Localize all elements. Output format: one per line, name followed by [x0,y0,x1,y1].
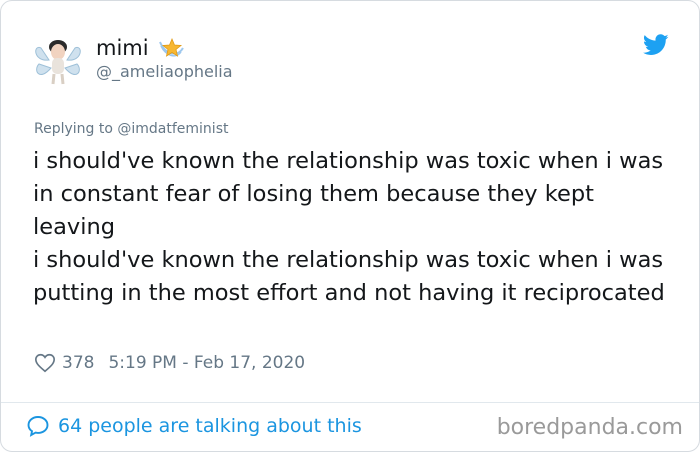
user-handle[interactable]: @_ameliaophelia [96,62,233,81]
avatar[interactable] [31,34,85,88]
like-count[interactable]: 378 [62,353,94,373]
conversation-link-text: 64 people are talking about this [58,415,362,437]
tweet-card: mimi @_ameliaophelia Replying to @imdatf… [0,0,700,452]
reply-context[interactable]: Replying to @imdatfeminist [34,121,228,137]
divider [1,402,699,403]
conversation-link[interactable]: 64 people are talking about this [26,414,362,438]
watermark: boredpanda.com [496,415,683,440]
tweet-text: i should've known the relationship was t… [33,148,665,306]
display-name-text: mimi [96,36,149,60]
comment-bubble-icon [27,416,49,437]
heart-icon[interactable] [34,352,56,374]
twitter-bird-icon[interactable] [643,34,669,56]
star-emoji [158,37,184,57]
timestamp[interactable]: 5:19 PM - Feb 17, 2020 [108,353,305,373]
tweet-meta: 378 5:19 PM - Feb 17, 2020 [34,352,305,374]
display-name[interactable]: mimi [96,34,185,62]
